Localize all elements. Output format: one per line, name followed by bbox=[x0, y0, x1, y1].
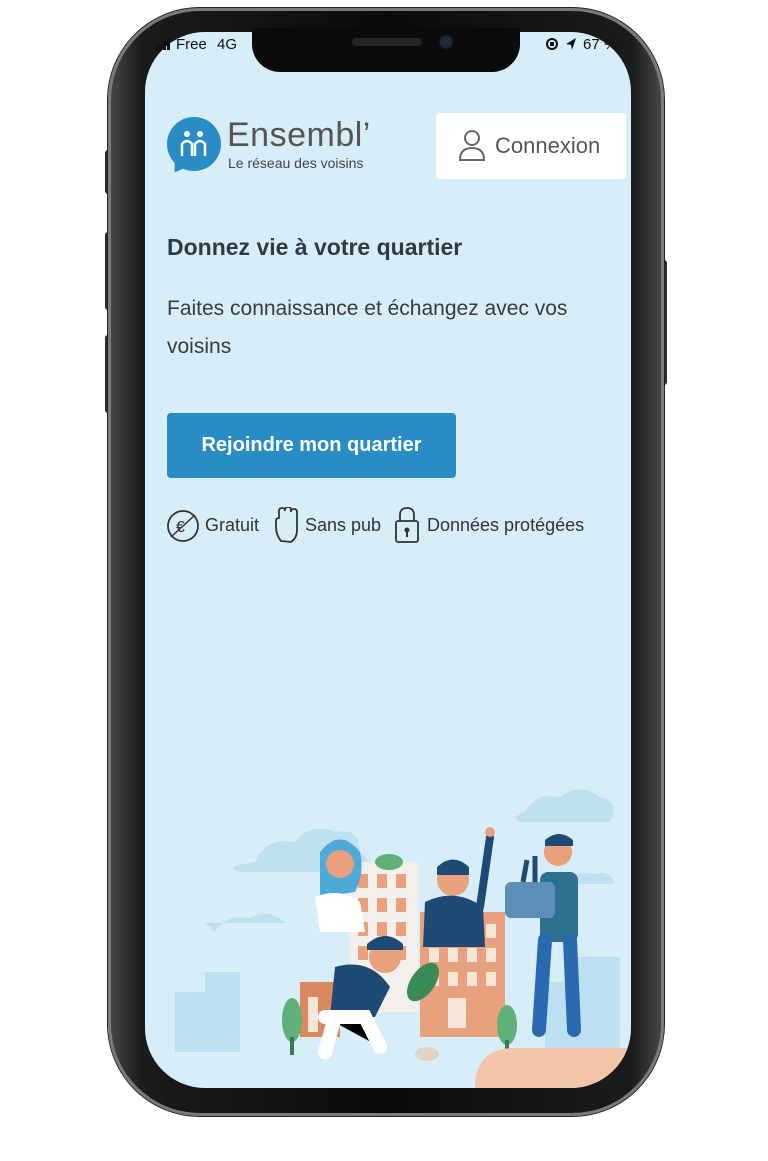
battery-label: 67 % bbox=[583, 36, 618, 53]
feature-no-ads-label: Sans pub bbox=[305, 515, 382, 535]
location-icon bbox=[565, 36, 577, 53]
people-icon bbox=[180, 131, 207, 156]
lock-icon bbox=[395, 507, 419, 543]
phone-notch bbox=[252, 28, 520, 72]
network-label: 4G bbox=[217, 36, 238, 53]
svg-text:€: € bbox=[176, 519, 185, 536]
signal-icon bbox=[155, 36, 171, 53]
rotation-lock-icon bbox=[545, 36, 559, 53]
page-title: Donnez vie à votre quartier bbox=[167, 234, 463, 260]
neighborhood-illustration bbox=[175, 789, 631, 1088]
carrier-label: Free bbox=[176, 36, 207, 53]
app-screen bbox=[145, 32, 631, 1088]
logo-subtitle: Le réseau des voisins bbox=[228, 155, 364, 171]
page-subtitle: Faites connaissance et échangez avec vos… bbox=[167, 297, 568, 358]
phone-speaker bbox=[352, 38, 422, 46]
euro-icon: € bbox=[167, 510, 199, 542]
join-neighborhood-button[interactable]: Rejoindre mon quartier bbox=[167, 413, 456, 478]
logo-title: Ensembl’ bbox=[227, 116, 371, 154]
hand-icon bbox=[275, 507, 298, 543]
login-label[interactable]: Connexion bbox=[495, 133, 600, 159]
feature-free-label: Gratuit bbox=[205, 515, 260, 535]
user-icon bbox=[458, 130, 486, 161]
feature-data-protected-label: Données protégées bbox=[427, 515, 585, 535]
phone-camera bbox=[440, 36, 452, 48]
